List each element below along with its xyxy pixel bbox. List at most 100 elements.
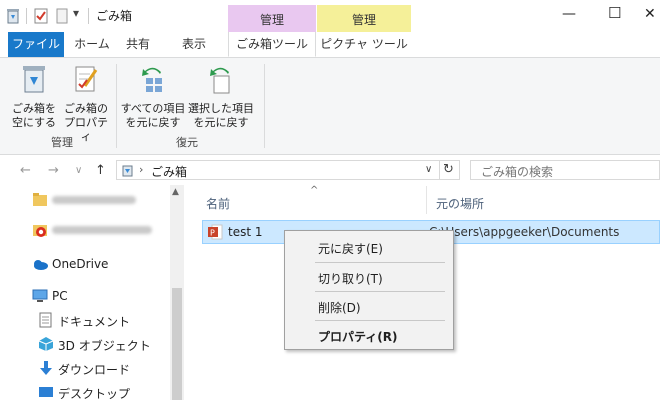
column-header-original-location[interactable]: 元の場所	[436, 195, 484, 212]
menu-item-label: 削除(D)	[318, 301, 361, 315]
onedrive-cloud-icon	[34, 260, 48, 270]
breadcrumb-separator-icon: ›	[139, 163, 144, 176]
column-header-name[interactable]: 名前	[206, 195, 230, 212]
nav-item-label: ドキュメント	[58, 315, 131, 329]
recent-locations-dropdown[interactable]: ∨	[75, 165, 82, 176]
nav-item-onedrive[interactable]: OneDrive	[0, 253, 168, 275]
button-label: を元に戻す	[193, 116, 249, 129]
sort-ascending-icon: ^	[310, 185, 319, 196]
menu-item-delete[interactable]: 削除(D)	[285, 295, 453, 317]
recycle-bin-icon	[23, 66, 45, 93]
menu-separator	[315, 320, 445, 321]
3d-objects-icon	[38, 337, 54, 351]
computer-icon	[32, 289, 48, 302]
forward-button[interactable]: →	[48, 163, 59, 178]
menu-separator	[315, 291, 445, 292]
divider	[26, 8, 27, 24]
column-divider[interactable]	[426, 186, 427, 214]
tab-file[interactable]: ファイル	[8, 32, 64, 57]
context-tab-header-manage: 管理	[228, 5, 316, 32]
context-label: 管理	[259, 13, 284, 27]
restore-selected-icon	[210, 67, 230, 94]
breadcrumb[interactable]: ごみ箱	[151, 163, 187, 180]
menu-item-label: 元に戻す(E)	[318, 242, 383, 256]
empty-recycle-bin-button[interactable]: ごみ箱を 空にする	[10, 64, 58, 130]
group-label-manage: 管理	[51, 136, 73, 149]
nav-item-3d-objects[interactable]: 3D オブジェクト	[0, 333, 168, 355]
group-separator	[264, 64, 265, 148]
file-original-location: C:\Users\appgeeker\Documents	[429, 225, 620, 239]
button-label: 空にする	[11, 116, 57, 129]
group-separator	[116, 64, 117, 148]
navigation-pane: OneDrive PC ドキュメント 3D オブジェクト ダウンロード デスクト…	[0, 185, 186, 401]
documents-icon	[39, 312, 52, 328]
powerpoint-file-icon: P	[208, 224, 223, 240]
new-item-quick-icon[interactable]	[56, 8, 68, 24]
properties-icon	[75, 66, 98, 92]
maximize-button[interactable]: ☐	[608, 4, 621, 22]
blurred-label	[52, 196, 136, 204]
nav-item-label: OneDrive	[52, 257, 109, 271]
back-button[interactable]: ←	[20, 163, 31, 178]
context-label: 管理	[351, 13, 376, 27]
scrollbar-thumb[interactable]	[172, 288, 182, 400]
tab-recycle-bin-tools[interactable]: ごみ箱ツール	[228, 32, 316, 57]
creative-cloud-folder-icon	[33, 225, 47, 237]
address-dropdown-button[interactable]: ∨	[425, 164, 432, 175]
nav-item-label: PC	[52, 289, 68, 303]
window-title: ごみ箱	[96, 9, 133, 23]
nav-item-pc[interactable]: PC	[0, 285, 168, 307]
up-button[interactable]: ↑	[95, 163, 106, 178]
menu-item-properties[interactable]: プロパティ(R)	[285, 324, 453, 346]
button-label: すべての項目	[120, 102, 186, 115]
ribbon: ごみ箱を 空にする ごみ箱の プロパティ 管理 すべての項目 を元に戻す 選択し…	[0, 58, 660, 155]
restore-all-icon	[142, 67, 162, 92]
nav-item-documents[interactable]: ドキュメント	[0, 309, 168, 331]
menu-item-cut[interactable]: 切り取り(T)	[285, 266, 453, 288]
recycle-bin-icon	[7, 9, 19, 24]
tab-view[interactable]: 表示	[172, 32, 216, 57]
restore-all-items-button[interactable]: すべての項目 を元に戻す	[120, 64, 186, 130]
context-tab-header-manage-picture: 管理	[317, 5, 411, 32]
recycle-bin-icon	[122, 165, 133, 177]
close-button[interactable]: ✕	[644, 6, 656, 22]
properties-quick-icon[interactable]	[34, 8, 48, 24]
divider	[88, 8, 89, 24]
title-bar: ▾ ごみ箱 管理 管理 — ☐ ✕	[0, 0, 660, 32]
tab-home[interactable]: ホーム	[70, 32, 114, 57]
context-menu: 元に戻す(E) 切り取り(T) 削除(D) プロパティ(R)	[284, 230, 454, 350]
restore-selected-items-button[interactable]: 選択した項目 を元に戻す	[188, 64, 254, 130]
scroll-up-icon[interactable]: ▲	[172, 187, 179, 197]
nav-item-blurred-folder[interactable]	[0, 189, 168, 211]
menu-separator	[315, 262, 445, 263]
button-label: ごみ箱を	[12, 102, 56, 115]
tab-share[interactable]: 共有	[120, 32, 156, 57]
button-label: を元に戻す	[125, 116, 181, 129]
minimize-button[interactable]: —	[562, 6, 576, 22]
tab-picture-tools[interactable]: ピクチャ ツール	[317, 32, 411, 57]
search-box[interactable]: ごみ箱の検索	[470, 160, 660, 180]
folder-icon	[33, 193, 47, 206]
button-label: 選択した項目	[188, 102, 254, 115]
group-label-restore: 復元	[176, 136, 198, 149]
address-bar[interactable]: › ごみ箱 ∨ ↻	[116, 160, 460, 180]
navigation-bar: ← → ∨ ↑ › ごみ箱 ∨ ↻ ごみ箱の検索	[0, 155, 660, 185]
file-name: test 1	[228, 225, 263, 239]
nav-item-blurred-cloud[interactable]	[0, 219, 168, 241]
recycle-bin-properties-button[interactable]: ごみ箱の プロパティ	[60, 64, 112, 144]
button-label: ごみ箱の	[64, 102, 108, 115]
menu-item-restore[interactable]: 元に戻す(E)	[285, 236, 453, 258]
divider	[439, 161, 440, 179]
quick-access-dropdown-icon[interactable]: ▾	[73, 6, 79, 20]
refresh-button[interactable]: ↻	[443, 162, 454, 177]
ribbon-tabs: ファイル ホーム 共有 表示 ごみ箱ツール ピクチャ ツール	[0, 32, 660, 58]
nav-item-label: ダウンロード	[58, 363, 131, 377]
menu-item-label: プロパティ(R)	[318, 330, 398, 344]
nav-item-downloads[interactable]: ダウンロード	[0, 357, 168, 379]
download-arrow-icon	[40, 361, 52, 375]
blurred-label	[52, 226, 152, 234]
search-input[interactable]: ごみ箱の検索	[481, 163, 553, 180]
nav-item-label: 3D オブジェクト	[58, 339, 151, 353]
nav-item-label: デスクトップ	[58, 387, 131, 401]
svg-text:P: P	[210, 229, 215, 238]
